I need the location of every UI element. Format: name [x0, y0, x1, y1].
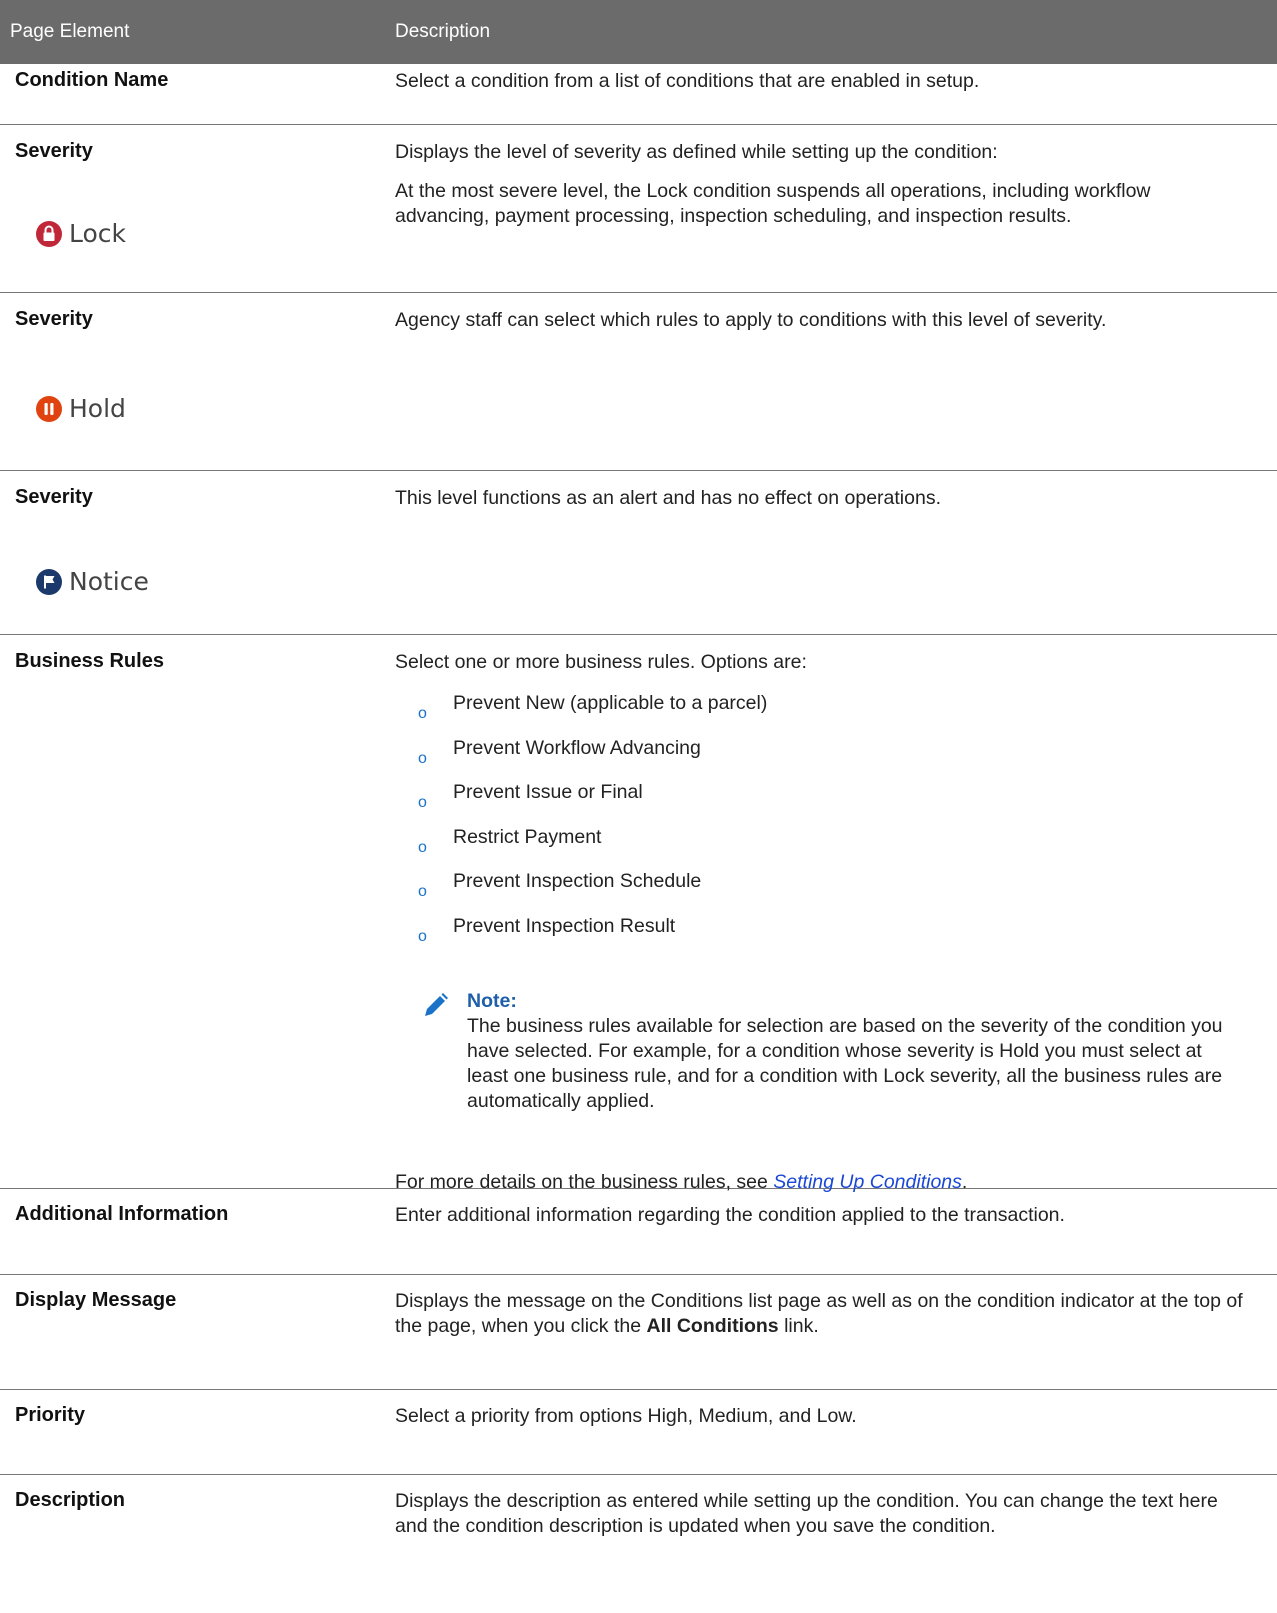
lock-label: Lock — [69, 219, 127, 248]
desc-severity-lock: Displays the level of severity as define… — [395, 140, 1247, 229]
header-description: Description — [395, 21, 491, 42]
table-row: Severity Agency staff can select which r… — [0, 293, 1277, 471]
list-item: o Prevent Issue or Final — [418, 781, 643, 812]
page-elements-table: Page Element Description Condition Name … — [0, 0, 1277, 1570]
pause-icon — [36, 395, 62, 422]
desc-severity-lock-line2: At the most severe level, the Lock condi… — [395, 180, 1151, 227]
note-box: Note: The business rules available for s… — [395, 989, 1247, 1114]
business-rules-intro: Select one or more business rules. Optio… — [395, 651, 807, 673]
element-description: Description — [15, 1489, 126, 1511]
header-page-element: Page Element — [10, 21, 130, 42]
desc-severity-notice: This level functions as an alert and has… — [395, 487, 941, 509]
table-row: Priority Select a priority from options … — [0, 1390, 1277, 1475]
table-row: Severity This level functions as an aler… — [0, 471, 1277, 635]
list-item: o Prevent Inspection Schedule — [418, 870, 702, 901]
desc-severity-lock-line1: Displays the level of severity as define… — [395, 141, 998, 163]
list-item: o Prevent Workflow Advancing — [418, 736, 701, 767]
element-severity: Severity — [15, 140, 93, 162]
note-body: The business rules available for selecti… — [467, 1014, 1223, 1112]
table-row: Severity Displays the level of severity … — [0, 125, 1277, 293]
element-severity: Severity — [15, 308, 93, 330]
list-item: o Prevent New (applicable to a parcel) — [418, 692, 768, 722]
notice-badge: Notice — [35, 567, 149, 596]
element-condition-name: Condition Name — [15, 69, 169, 91]
table-row: Additional Information Enter additional … — [0, 1189, 1277, 1275]
desc-business-rules: Select one or more business rules. Optio… — [395, 650, 1247, 1195]
list-item: o Restrict Payment — [418, 825, 602, 856]
element-priority: Priority — [15, 1404, 86, 1426]
element-additional-information: Additional Information — [15, 1203, 229, 1225]
hold-badge: Hold — [35, 394, 126, 423]
desc-description: Displays the description as entered whil… — [395, 1490, 1218, 1537]
table-row: Business Rules Select one or more busine… — [0, 635, 1277, 1193]
desc-condition-name: Select a condition from a list of condit… — [395, 70, 980, 92]
desc-display-message: Displays the message on the Conditions l… — [395, 1290, 1243, 1337]
hold-label: Hold — [69, 394, 126, 423]
element-severity: Severity — [15, 486, 93, 508]
lock-icon — [36, 220, 62, 247]
note-title: Note: — [467, 989, 517, 1012]
lock-badge: Lock — [35, 219, 126, 248]
table-header: Page Element Description — [0, 0, 1277, 64]
notice-label: Notice — [69, 567, 149, 596]
desc-additional-information: Enter additional information regarding t… — [395, 1204, 1065, 1226]
element-business-rules: Business Rules — [15, 650, 164, 672]
flag-icon — [36, 568, 62, 595]
pencil-icon — [425, 992, 448, 1016]
table-row: Description Displays the description as … — [0, 1475, 1277, 1570]
desc-severity-hold: Agency staff can select which rules to a… — [395, 309, 1107, 331]
element-display-message: Display Message — [15, 1289, 177, 1311]
table-row: Condition Name Select a condition from a… — [0, 64, 1277, 125]
table-row: Display Message Displays the message on … — [0, 1275, 1277, 1390]
desc-priority: Select a priority from options High, Med… — [395, 1405, 857, 1427]
list-item: o Prevent Inspection Result — [418, 914, 676, 945]
business-rules-options: o Prevent New (applicable to a parcel) oP… — [395, 691, 1247, 959]
